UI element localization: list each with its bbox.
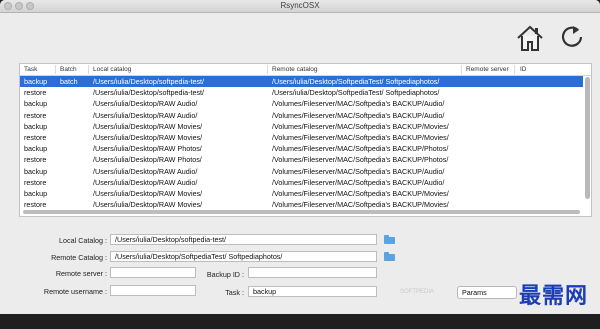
cell-batch: batch bbox=[60, 77, 78, 86]
table-row[interactable]: backup/Users/iulia/Desktop/RAW Movies/ /V… bbox=[20, 121, 583, 132]
site-logo-watermark: 最需网 bbox=[519, 283, 589, 308]
window-title: RsyncOSX bbox=[280, 1, 320, 10]
cell-task: restore bbox=[24, 155, 47, 165]
table-row[interactable]: restore/Users/iulia/Desktop/RAW Movies/ /… bbox=[20, 199, 583, 210]
cell-local: /Users/iulia/Desktop/RAW Movies/ bbox=[93, 200, 203, 210]
remote-server-field[interactable] bbox=[110, 267, 196, 278]
backup-id-label: Backup ID : bbox=[206, 270, 244, 279]
table-row[interactable]: backup/Users/iulia/Desktop/RAW Photos/ /V… bbox=[20, 143, 583, 154]
cell-task: backup bbox=[24, 121, 48, 131]
cell-task: backup bbox=[24, 77, 48, 86]
horizontal-scrollbar[interactable] bbox=[23, 210, 580, 214]
table-row[interactable]: backup/Users/iulia/Desktop/RAW Audio/ /Vo… bbox=[20, 166, 583, 177]
column-batch[interactable]: Batch bbox=[60, 64, 77, 75]
cell-task: restore bbox=[24, 110, 47, 120]
app-window: RsyncOSX Task Batch Local catalog Remote… bbox=[0, 0, 600, 314]
cell-remote: /Volumes/Fileserver/MAC/Softpedia's BACK… bbox=[272, 99, 445, 109]
remote-catalog-folder-icon[interactable] bbox=[384, 252, 395, 261]
table-row[interactable]: restore/Users/iulia/Desktop/RAW Movies/ /… bbox=[20, 132, 583, 143]
table-header: Task Batch Local catalog Remote catalog … bbox=[20, 64, 591, 76]
cell-remote: /Volumes/Fileserver/MAC/Softpedia's BACK… bbox=[272, 121, 449, 131]
cell-local: /Users/iulia/Desktop/RAW Audio/ bbox=[93, 110, 198, 120]
remote-catalog-label: Remote Catalog : bbox=[51, 253, 107, 262]
cell-remote: /Volumes/Fileserver/MAC/Softpedia's BACK… bbox=[272, 144, 449, 154]
table-row[interactable]: backup/Users/iulia/Desktop/RAW Movies/ /V… bbox=[20, 188, 583, 199]
title-bar: RsyncOSX bbox=[0, 0, 600, 13]
cell-local: /Users/iulia/Desktop/RAW Audio/ bbox=[93, 177, 198, 187]
column-local-catalog[interactable]: Local catalog bbox=[93, 64, 131, 75]
remote-username-field[interactable] bbox=[110, 285, 196, 296]
table-row[interactable]: restore/Users/iulia/Desktop/RAW Audio/ /V… bbox=[20, 110, 583, 121]
remote-username-label: Remote username : bbox=[43, 287, 107, 296]
cell-task: backup bbox=[24, 99, 48, 109]
cell-remote: /Users/iulia/Desktop/SoftpediaTest/ Soft… bbox=[272, 77, 440, 86]
cell-local: /Users/iulia/Desktop/RAW Audio/ bbox=[93, 99, 198, 109]
cell-local: /Users/iulia/Desktop/softpedia-test/ bbox=[93, 88, 205, 98]
refresh-icon[interactable] bbox=[559, 24, 585, 50]
table-row[interactable]: restore/Users/iulia/Desktop/RAW Photos/ /… bbox=[20, 154, 583, 165]
local-catalog-field[interactable]: /Users/iulia/Desktop/softpedia-test/ bbox=[110, 234, 377, 245]
table-row[interactable]: restore/Users/iulia/Desktop/RAW Audio/ /V… bbox=[20, 177, 583, 188]
cell-remote: /Volumes/Fileserver/MAC/Softpedia's BACK… bbox=[272, 155, 449, 165]
cell-remote: /Volumes/Fileserver/MAC/Softpedia's BACK… bbox=[272, 110, 445, 120]
cell-remote: /Volumes/Fileserver/MAC/Softpedia's BACK… bbox=[272, 200, 449, 210]
remote-catalog-field[interactable]: /Users/iulia/Desktop/SoftpediaTest/ Soft… bbox=[110, 251, 377, 262]
cell-local: /Users/iulia/Desktop/RAW Photos/ bbox=[93, 144, 202, 154]
column-id[interactable]: ID bbox=[520, 64, 527, 75]
cell-remote: /Volumes/Fileserver/MAC/Softpedia's BACK… bbox=[272, 177, 445, 187]
column-remote-server[interactable]: Remote server bbox=[466, 64, 509, 75]
table-row[interactable]: restore/Users/iulia/Desktop/softpedia-te… bbox=[20, 87, 583, 98]
cell-task: restore bbox=[24, 132, 47, 142]
cell-task: backup bbox=[24, 166, 48, 176]
cell-task: restore bbox=[24, 200, 47, 210]
tasks-table[interactable]: Task Batch Local catalog Remote catalog … bbox=[19, 63, 592, 217]
column-remote-catalog[interactable]: Remote catalog bbox=[272, 64, 318, 75]
cell-remote: /Volumes/Fileserver/MAC/Softpedia's BACK… bbox=[272, 166, 445, 176]
table-body: backup batch/Users/iulia/Desktop/softpedi… bbox=[20, 76, 583, 210]
cell-local: /Users/iulia/Desktop/RAW Movies/ bbox=[93, 132, 203, 142]
cell-local: /Users/iulia/Desktop/softpedia-test/ bbox=[93, 77, 205, 86]
cell-task: backup bbox=[24, 144, 48, 154]
params-button[interactable]: Params bbox=[457, 286, 517, 299]
softpedia-watermark: SOFTPEDIA bbox=[400, 289, 435, 295]
local-catalog-folder-icon[interactable] bbox=[384, 235, 395, 244]
cell-local: /Users/iulia/Desktop/RAW Photos/ bbox=[93, 155, 202, 165]
cell-local: /Users/iulia/Desktop/RAW Audio/ bbox=[93, 166, 198, 176]
cell-task: backup bbox=[24, 188, 48, 198]
cell-remote: /Users/iulia/Desktop/SoftpediaTest/ Soft… bbox=[272, 88, 440, 98]
task-label: Task : bbox=[225, 288, 244, 297]
task-field[interactable]: backup bbox=[248, 286, 377, 297]
cell-local: /Users/iulia/Desktop/RAW Movies/ bbox=[93, 121, 203, 131]
cell-task: restore bbox=[24, 88, 47, 98]
home-icon[interactable] bbox=[515, 23, 545, 53]
local-catalog-label: Local Catalog : bbox=[59, 236, 107, 245]
column-task[interactable]: Task bbox=[24, 64, 37, 75]
table-row[interactable]: backup batch/Users/iulia/Desktop/softpedi… bbox=[20, 76, 583, 88]
vertical-scrollbar[interactable] bbox=[585, 77, 590, 199]
table-row[interactable]: backup/Users/iulia/Desktop/RAW Audio/ /Vo… bbox=[20, 98, 583, 109]
cell-task: restore bbox=[24, 177, 47, 187]
cell-local: /Users/iulia/Desktop/RAW Movies/ bbox=[93, 188, 203, 198]
backup-id-field[interactable] bbox=[248, 267, 377, 278]
remote-server-label: Remote server : bbox=[55, 269, 107, 278]
cell-remote: /Volumes/Fileserver/MAC/Softpedia's BACK… bbox=[272, 188, 449, 198]
cell-remote: /Volumes/Fileserver/MAC/Softpedia's BACK… bbox=[272, 132, 449, 142]
